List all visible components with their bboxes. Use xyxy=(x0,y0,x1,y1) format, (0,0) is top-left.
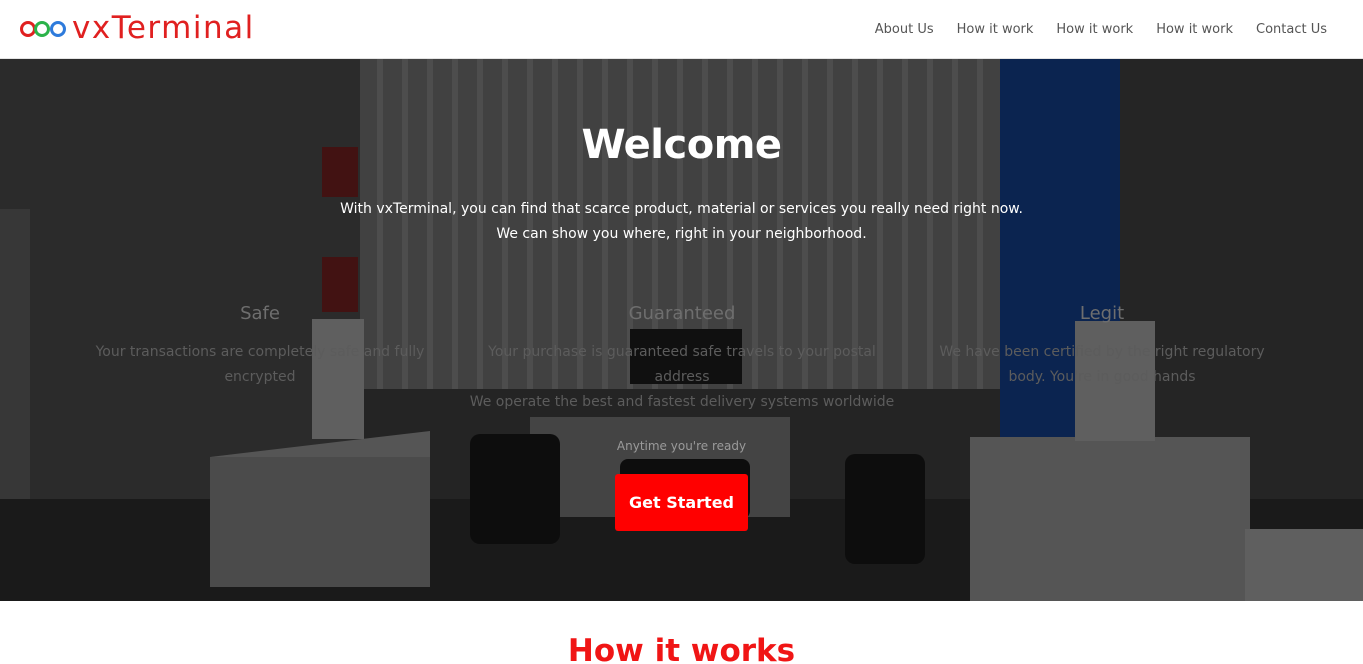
nav-contact-us[interactable]: Contact Us xyxy=(1256,22,1327,37)
feature-text: Your transactions are completely safe an… xyxy=(95,344,425,385)
feature-title: Safe xyxy=(240,303,280,324)
brand-name: vxTerminal xyxy=(72,10,255,46)
feature-text: Your purchase is guaranteed safe travels… xyxy=(488,344,876,385)
how-it-works-heading: How it works xyxy=(567,633,796,664)
main-nav: About Us How it work How it work How it … xyxy=(852,0,1327,58)
feature-text: We have been certified by the right regu… xyxy=(939,344,1265,385)
hero-intro-line-1: With vxTerminal, you can find that scarc… xyxy=(340,201,1023,217)
nav-how-it-work-2[interactable]: How it work xyxy=(1056,22,1133,37)
feature-legit: Legit We have been certified by the righ… xyxy=(922,302,1282,390)
feature-title: Legit xyxy=(1079,303,1125,324)
feature-title: Guaranteed xyxy=(628,303,736,324)
brand-logo[interactable]: vxTerminal xyxy=(20,8,255,48)
nav-about-us[interactable]: About Us xyxy=(875,22,934,37)
get-started-button[interactable]: Get Started xyxy=(615,474,748,531)
logo-rings-icon xyxy=(20,16,70,40)
hero-intro-line-2: We can show you where, right in your nei… xyxy=(496,226,867,242)
hero-intro: With vxTerminal, you can find that scarc… xyxy=(0,197,1363,247)
hero-title: Welcome xyxy=(581,122,782,168)
logo-ring-green xyxy=(34,21,50,37)
feature-safe: Safe Your transactions are completely sa… xyxy=(80,302,440,390)
hero-section: Welcome With vxTerminal, you can find th… xyxy=(0,59,1363,601)
feature-text-secondary: We operate the best and fastest delivery… xyxy=(469,394,895,410)
nav-how-it-work-3[interactable]: How it work xyxy=(1156,22,1233,37)
nav-how-it-work-1[interactable]: How it work xyxy=(957,22,1034,37)
hero-tagline: Anytime you're ready xyxy=(616,439,747,453)
feature-guaranteed: Guaranteed Your purchase is guaranteed s… xyxy=(462,302,902,415)
logo-ring-blue xyxy=(50,21,66,37)
top-navbar: vxTerminal About Us How it work How it w… xyxy=(0,0,1363,59)
